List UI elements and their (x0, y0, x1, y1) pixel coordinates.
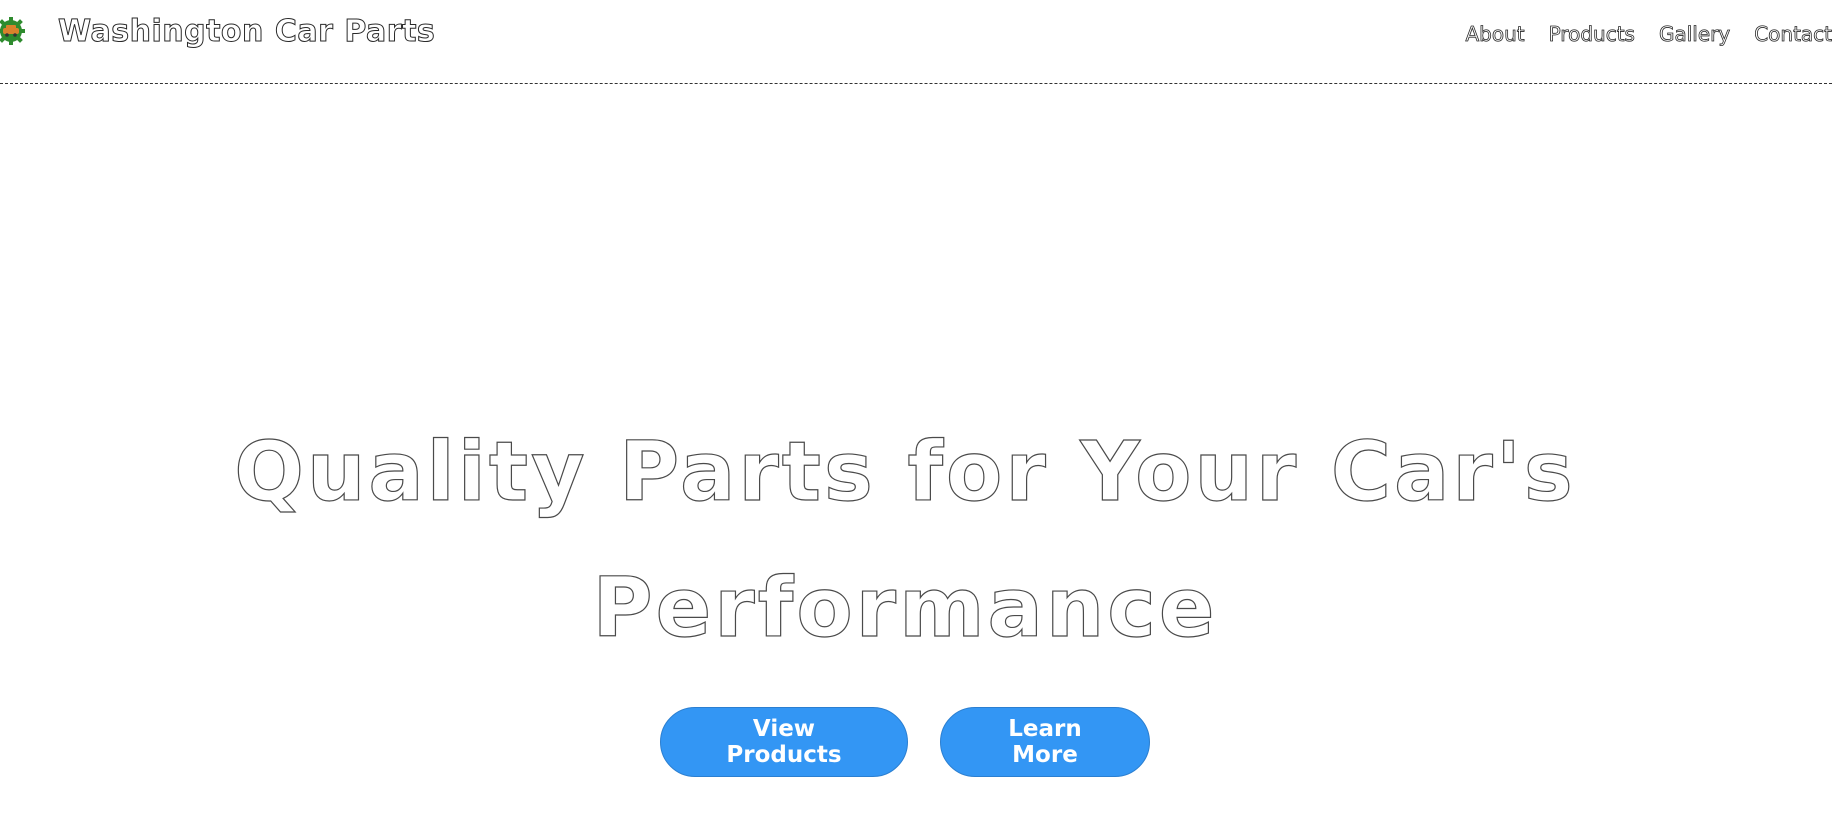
site-header: Washington Car Parts About Products Gall… (0, 0, 1832, 84)
gear-car-logo-icon[interactable] (0, 16, 26, 46)
brand-name[interactable]: Washington Car Parts (57, 14, 435, 50)
nav-link-about[interactable]: About (1465, 22, 1525, 47)
main-nav: About Products Gallery Contact (1465, 22, 1832, 47)
nav-link-products[interactable]: Products (1548, 22, 1635, 47)
page: Washington Car Parts About Products Gall… (0, 0, 1832, 835)
nav-link-gallery[interactable]: Gallery (1659, 22, 1731, 47)
view-products-button[interactable]: View Products (660, 707, 908, 777)
nav-link-contact[interactable]: Contact (1754, 22, 1832, 47)
hero-title: Quality Parts for Your Car's Performance (0, 405, 1810, 677)
learn-more-button[interactable]: Learn More (940, 707, 1150, 777)
hero-title-line-1: Quality Parts for Your Car's (234, 424, 1576, 520)
hero-actions: View Products Learn More (660, 707, 1150, 777)
hero-title-line-2: Performance (592, 560, 1218, 656)
